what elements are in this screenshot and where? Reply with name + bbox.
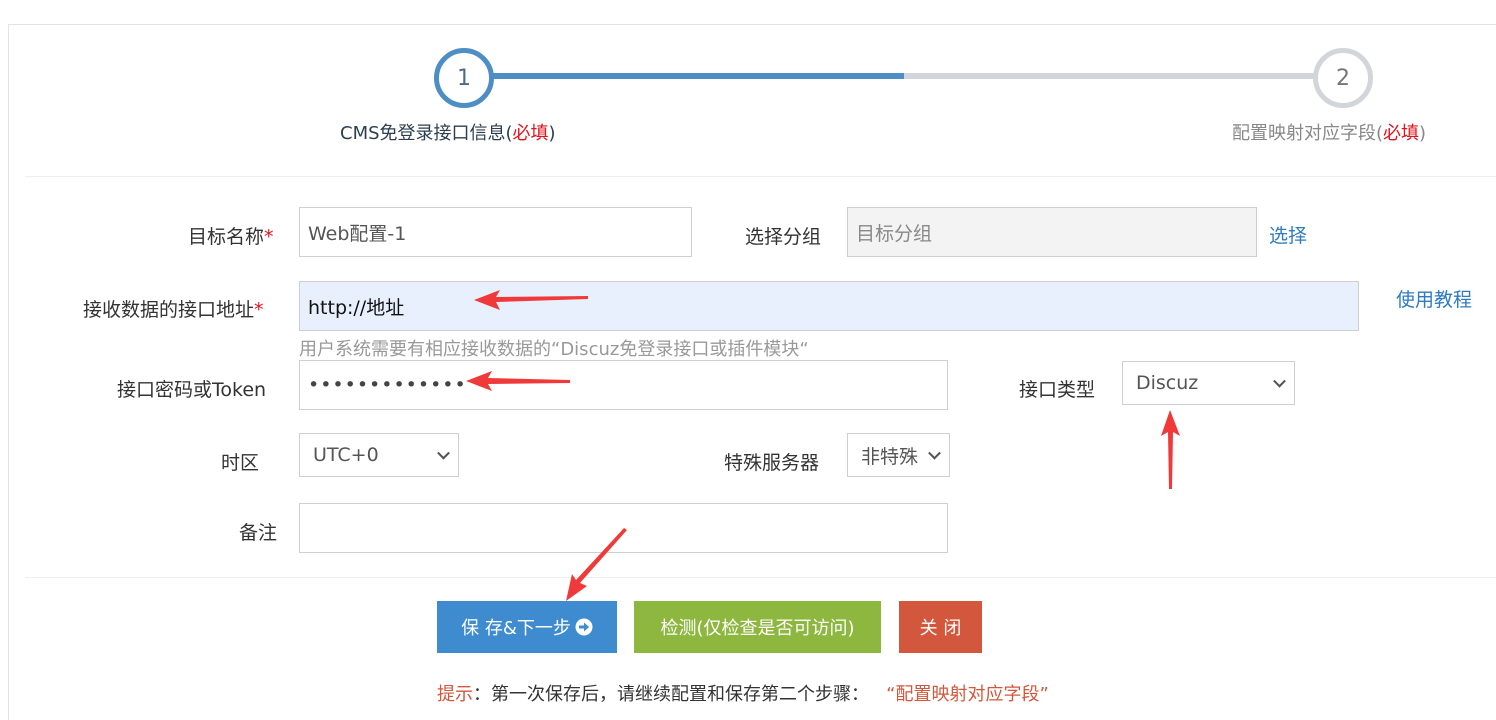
step-1-number: 1 — [457, 65, 471, 91]
token-input[interactable]: ••••••••••••• — [299, 360, 948, 410]
api-type-select[interactable]: Discuz — [1122, 361, 1295, 405]
step-2-label: 配置映射对应字段(必填) — [1232, 123, 1427, 144]
close-button[interactable]: 关 闭 — [899, 601, 982, 653]
chevron-down-icon — [1273, 374, 1286, 388]
check-access-button[interactable]: 检测(仅检查是否可访问) — [634, 601, 881, 653]
chevron-down-icon — [437, 446, 450, 460]
tutorial-link[interactable]: 使用教程 — [1396, 285, 1472, 312]
tip-text: 提示：第一次保存后，请继续配置和保存第二个步骤： “配置映射对应字段” — [437, 684, 1049, 705]
step-1-circle[interactable]: 1 — [434, 48, 494, 108]
divider-top — [25, 176, 1496, 177]
group-label: 选择分组 — [745, 226, 822, 248]
endpoint-hint: 用户系统需要有相应接收数据的“Discuz免登录接口或插件模块“ — [299, 339, 809, 360]
select-group-link[interactable]: 选择 — [1269, 221, 1307, 248]
remark-input[interactable] — [299, 503, 948, 553]
step-2-circle[interactable]: 2 — [1313, 48, 1373, 108]
special-server-select[interactable]: 非特殊 — [847, 433, 950, 477]
api-type-label: 接口类型 — [1019, 379, 1096, 401]
special-server-label: 特殊服务器 — [724, 452, 820, 474]
target-name-input[interactable]: Web配置-1 — [299, 207, 692, 257]
target-name-label: 目标名称* — [188, 226, 274, 248]
step-progress-active — [490, 73, 904, 79]
step-2-number: 2 — [1336, 65, 1350, 91]
arrow-right-icon — [575, 618, 593, 636]
divider-bottom — [25, 577, 1496, 578]
token-label: 接口密码或Token — [117, 379, 267, 401]
remark-label: 备注 — [239, 522, 278, 544]
timezone-label: 时区 — [221, 452, 260, 474]
group-input: 目标分组 — [847, 207, 1257, 257]
endpoint-input[interactable]: http://地址 — [299, 281, 1359, 331]
timezone-select[interactable]: UTC+0 — [299, 433, 459, 477]
endpoint-label: 接收数据的接口地址* — [83, 299, 264, 321]
chevron-down-icon — [928, 446, 941, 460]
save-next-button[interactable]: 保 存&下一步 — [437, 601, 617, 653]
step-1-label: CMS免登录接口信息(必填) — [340, 123, 556, 144]
step-progress-pending — [904, 73, 1318, 79]
